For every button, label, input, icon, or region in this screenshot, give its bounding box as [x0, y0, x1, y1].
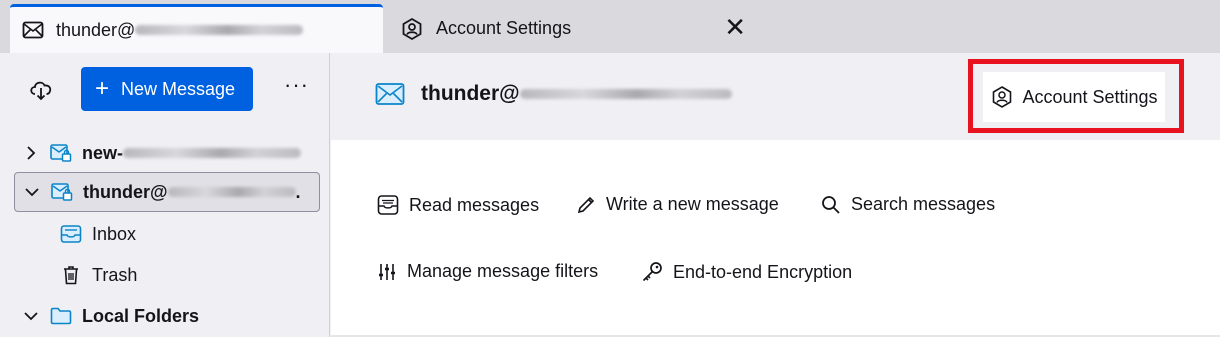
key-icon	[641, 261, 663, 283]
search-messages-action[interactable]: Search messages	[821, 194, 995, 215]
redacted-text	[123, 148, 302, 158]
manage-filters-action[interactable]: Manage message filters	[377, 261, 598, 282]
tab-mail[interactable]: thunder@	[10, 4, 383, 53]
close-icon[interactable]: ✕	[724, 14, 746, 40]
account-settings-icon	[400, 17, 424, 41]
tab-label: thunder@	[56, 19, 136, 40]
folder-icon	[50, 306, 72, 326]
search-icon	[821, 195, 841, 215]
inbox-icon	[377, 194, 399, 216]
read-messages-action[interactable]: Read messages	[377, 194, 539, 216]
trash-icon	[60, 265, 82, 285]
redacted-text	[135, 25, 304, 35]
folder-label: Inbox	[92, 223, 137, 244]
end-to-end-encryption-label: End-to-end Encryption	[673, 261, 853, 282]
account-settings-button[interactable]: Account Settings	[983, 72, 1165, 122]
tree-item-trash[interactable]: Trash	[60, 255, 320, 295]
get-messages-icon[interactable]	[27, 75, 55, 103]
mail-icon	[22, 21, 44, 39]
folder-pane: + New Message ··· new- thunder@. Inbox T…	[0, 53, 330, 337]
read-messages-label: Read messages	[409, 194, 540, 215]
write-message-action[interactable]: Write a new message	[576, 194, 779, 215]
manage-filters-label: Manage message filters	[407, 261, 599, 281]
tree-item-local-folders[interactable]: Local Folders	[14, 296, 320, 336]
tab-account-settings[interactable]: Account Settings ✕	[392, 4, 762, 53]
chevron-down-icon[interactable]	[20, 310, 42, 322]
new-message-label: New Message	[121, 78, 236, 99]
end-to-end-encryption-action[interactable]: End-to-end Encryption	[641, 261, 852, 283]
pencil-icon	[576, 195, 596, 215]
search-messages-label: Search messages	[851, 194, 996, 214]
tab-label: Account Settings	[436, 18, 572, 38]
account-central: thunder@ Account Settings Read messages …	[331, 53, 1220, 337]
account-name: new-	[82, 142, 124, 163]
account-title-text: thunder@	[421, 82, 520, 105]
account-header: thunder@ Account Settings	[331, 53, 1220, 140]
mail-account-icon	[50, 143, 72, 163]
folder-label: Local Folders	[82, 305, 200, 326]
plus-icon: +	[95, 75, 110, 102]
chevron-right-icon[interactable]	[20, 146, 42, 160]
account-title: thunder@	[375, 82, 732, 106]
mail-account-icon	[51, 182, 73, 202]
account-settings-icon	[990, 85, 1014, 109]
tree-item-account-thunder[interactable]: thunder@.	[14, 172, 320, 212]
tab-bar: thunder@ Account Settings ✕	[0, 0, 1220, 53]
redacted-text	[167, 187, 296, 197]
tree-item-inbox[interactable]: Inbox	[60, 214, 320, 254]
account-name-suffix: .	[295, 181, 301, 202]
filter-sliders-icon	[377, 262, 397, 282]
chevron-down-icon[interactable]	[21, 186, 43, 198]
new-message-button[interactable]: + New Message	[81, 67, 253, 111]
account-name: thunder@	[83, 181, 168, 202]
mail-icon	[375, 82, 405, 106]
account-settings-label: Account Settings	[1022, 86, 1158, 107]
inbox-icon	[60, 224, 82, 244]
folder-label: Trash	[92, 264, 138, 285]
more-options-button[interactable]: ···	[284, 74, 309, 96]
tree-item-account-new[interactable]: new-	[14, 133, 320, 173]
write-message-label: Write a new message	[606, 194, 779, 214]
redacted-text	[519, 89, 732, 99]
